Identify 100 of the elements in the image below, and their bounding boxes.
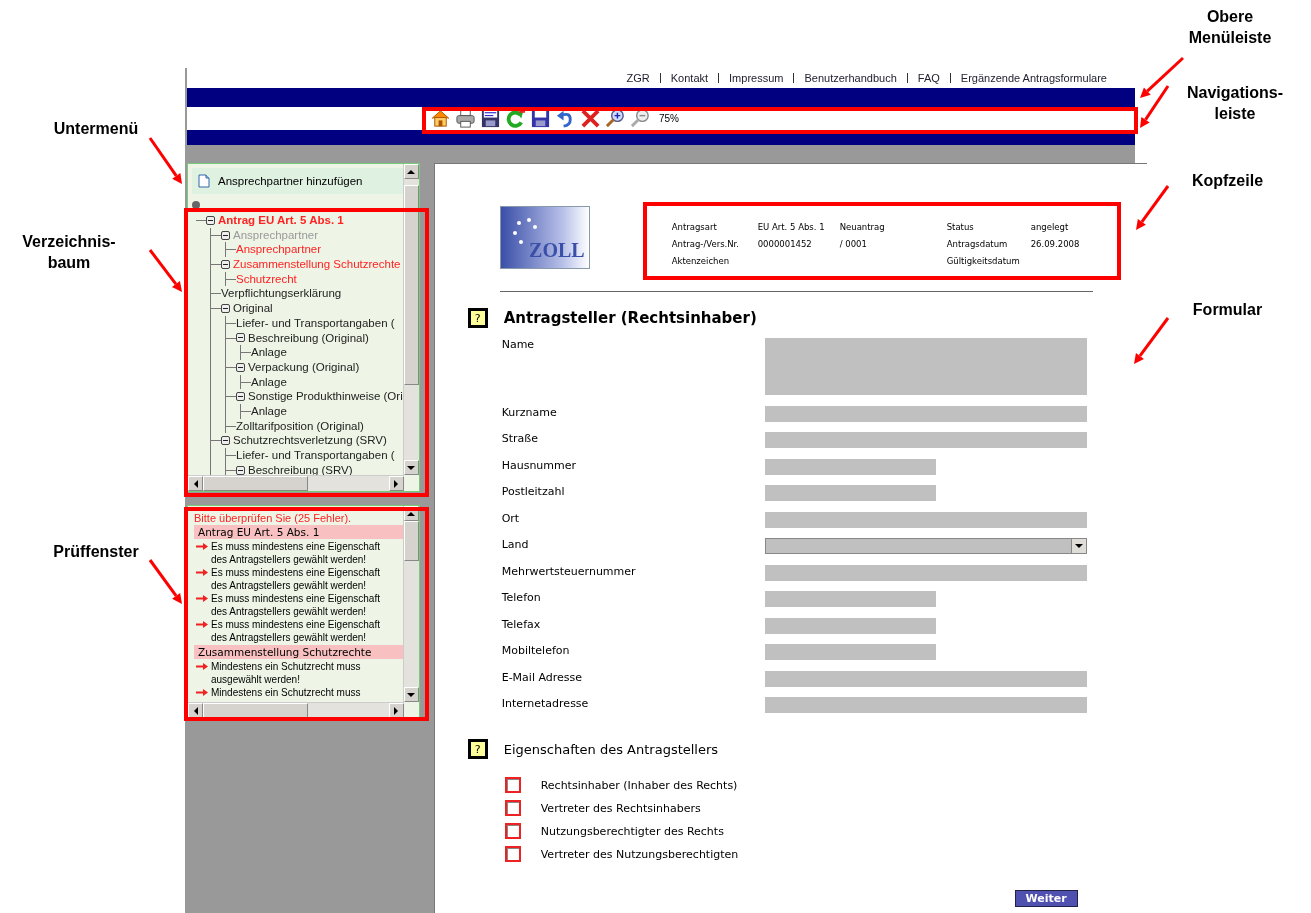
check-group-heading[interactable]: Zusammenstellung Schutzrechte bbox=[194, 645, 403, 659]
menu-link[interactable]: Ergänzende Antragsformulare bbox=[949, 73, 1117, 83]
next-button[interactable]: Weiter bbox=[1014, 890, 1078, 907]
tree-item[interactable]: Verpackung (Original) bbox=[248, 359, 360, 375]
annotation-label: Navigations- leiste bbox=[1186, 83, 1284, 124]
input-field[interactable] bbox=[764, 405, 1087, 422]
vertical-scrollbar[interactable] bbox=[402, 164, 419, 475]
checkbox-label: Rechtsinhaber (Inhaber des Rechts) bbox=[540, 778, 738, 792]
tree-item[interactable]: Beschreibung (Original) bbox=[248, 330, 369, 346]
menu-link[interactable]: Kontakt bbox=[659, 73, 719, 83]
arrow-icon bbox=[196, 543, 208, 550]
error-message[interactable]: Mindestens ein Schutzrecht muss ausgewählt werden! bbox=[211, 660, 395, 686]
tree-item[interactable]: Anlage bbox=[251, 403, 287, 419]
menu-link[interactable]: Impressum bbox=[718, 73, 794, 83]
checkbox[interactable] bbox=[504, 823, 521, 839]
annotation-label: Obere Menüleiste bbox=[1187, 7, 1273, 48]
annotation-label: Prüffenster bbox=[52, 542, 140, 562]
tree-item[interactable]: Zolltarifposition (Original) bbox=[236, 418, 364, 434]
input-field[interactable] bbox=[764, 458, 936, 475]
check-summary: Bitte überprüfen Sie (25 Fehler). bbox=[193, 511, 353, 524]
horizontal-scrollbar[interactable] bbox=[188, 702, 404, 718]
print-icon[interactable] bbox=[455, 108, 476, 129]
field-label: Internetadresse bbox=[501, 697, 590, 712]
help-button[interactable]: ? bbox=[467, 739, 488, 759]
field-label: Land bbox=[501, 538, 530, 553]
header-label: Antragsart bbox=[671, 222, 718, 234]
arrow-icon bbox=[196, 689, 208, 696]
input-field[interactable] bbox=[764, 338, 1087, 395]
section-title: Eigenschaften des Antragstellers bbox=[503, 741, 719, 757]
tree-item[interactable]: Anlage bbox=[251, 374, 287, 390]
collapse-icon[interactable] bbox=[221, 259, 230, 269]
arrow-icon bbox=[196, 595, 208, 602]
delete-icon[interactable] bbox=[580, 108, 601, 129]
header-label: Status bbox=[946, 222, 975, 234]
field-label: Telefon bbox=[501, 591, 542, 606]
submenu-item[interactable]: Ansprechpartner hinzufügen bbox=[192, 168, 403, 194]
check-group-heading[interactable]: Antrag EU Art. 5 Abs. 1 bbox=[194, 525, 403, 539]
field-label: Name bbox=[501, 338, 536, 353]
checkbox-label: Nutzungsberechtigter des Rechts bbox=[540, 824, 724, 838]
collapse-icon[interactable] bbox=[221, 436, 230, 446]
help-button[interactable]: ? bbox=[467, 308, 488, 328]
tree-item[interactable]: Sonstige Produkthinweise (Ori bbox=[248, 389, 403, 404]
tree-item[interactable]: Original bbox=[233, 301, 273, 316]
section-title: Antragsteller (Rechtsinhaber) bbox=[503, 309, 757, 327]
error-message[interactable]: Mindestens ein Schutzrecht muss bbox=[211, 686, 395, 699]
checkbox-label: Vertreter des Rechtsinhabers bbox=[540, 801, 701, 815]
collapse-icon[interactable] bbox=[236, 333, 245, 343]
collapse-icon[interactable] bbox=[206, 215, 215, 225]
input-field[interactable] bbox=[764, 697, 1087, 713]
annotation-label: Formular bbox=[1191, 300, 1264, 320]
menu-link[interactable]: FAQ bbox=[906, 73, 950, 83]
collapse-icon[interactable] bbox=[236, 392, 245, 402]
checkbox[interactable] bbox=[504, 777, 521, 793]
input-field[interactable] bbox=[764, 591, 936, 607]
input-field[interactable] bbox=[764, 564, 1087, 581]
header-label: Gültigkeitsdatum bbox=[946, 256, 1021, 268]
input-field[interactable] bbox=[764, 432, 1087, 448]
header-label: Antrag-/Vers.Nr. bbox=[671, 239, 741, 251]
tree-item[interactable]: Liefer- und Transportangaben ( bbox=[236, 315, 395, 331]
input-field[interactable] bbox=[764, 617, 936, 634]
error-message[interactable]: Es muss mindestens eine Eigenschaft des Antragstellers gewählt werden! bbox=[211, 566, 395, 592]
tree-item[interactable]: Verpflichtungserklärung bbox=[221, 286, 342, 302]
input-field[interactable] bbox=[764, 511, 1087, 528]
menu-link[interactable]: Benutzerhandbuch bbox=[793, 73, 907, 83]
tree-item[interactable]: Anlage bbox=[251, 345, 287, 360]
collapse-icon[interactable] bbox=[221, 230, 230, 240]
refresh-icon[interactable] bbox=[505, 108, 526, 129]
collapse-icon[interactable] bbox=[221, 303, 230, 313]
error-message[interactable]: Es muss mindestens eine Eigenschaft des Antragstellers gewählt werden! bbox=[211, 540, 395, 566]
field-label: Hausnummer bbox=[501, 458, 578, 474]
dropdown-field[interactable] bbox=[764, 538, 1087, 554]
field-label: Straße bbox=[501, 432, 539, 447]
zoom-out-icon[interactable] bbox=[630, 108, 651, 129]
home-icon[interactable] bbox=[430, 108, 451, 129]
field-label: Postleitzahl bbox=[501, 485, 566, 500]
annotation-label: Verzeichnis- baum bbox=[21, 232, 117, 273]
arrow-icon bbox=[196, 663, 208, 670]
field-label: Telefax bbox=[501, 617, 542, 633]
collapse-icon[interactable] bbox=[236, 362, 245, 372]
tree-root-dot bbox=[192, 201, 200, 209]
zoom-in-icon[interactable] bbox=[605, 108, 626, 129]
vertical-scrollbar[interactable] bbox=[402, 506, 419, 702]
document-icon bbox=[198, 174, 210, 188]
field-label: Kurzname bbox=[501, 405, 558, 421]
input-field[interactable] bbox=[764, 670, 1087, 687]
error-message[interactable]: Es muss mindestens eine Eigenschaft des Antragstellers gewählt werden! bbox=[211, 618, 395, 644]
header-label: Antragsdatum bbox=[946, 239, 1009, 251]
tree-item[interactable]: Liefer- und Transportangaben ( bbox=[236, 448, 395, 463]
input-field[interactable] bbox=[764, 485, 936, 501]
menu-link[interactable]: ZGR bbox=[616, 73, 660, 83]
tree-item[interactable]: Schutzrechtsverletzung (SRV) bbox=[233, 433, 387, 448]
horizontal-scrollbar[interactable] bbox=[188, 475, 404, 491]
input-field[interactable] bbox=[764, 644, 936, 660]
error-message[interactable]: Es muss mindestens eine Eigenschaft des Antragstellers gewählt werden! bbox=[211, 592, 395, 618]
checkbox[interactable] bbox=[504, 846, 521, 862]
header-value: 26.09.2008 bbox=[1030, 239, 1081, 251]
collapse-icon[interactable] bbox=[236, 465, 245, 475]
arrow-icon bbox=[196, 569, 208, 576]
annotation-label: Untermenü bbox=[52, 119, 140, 139]
checkbox[interactable] bbox=[504, 800, 521, 816]
